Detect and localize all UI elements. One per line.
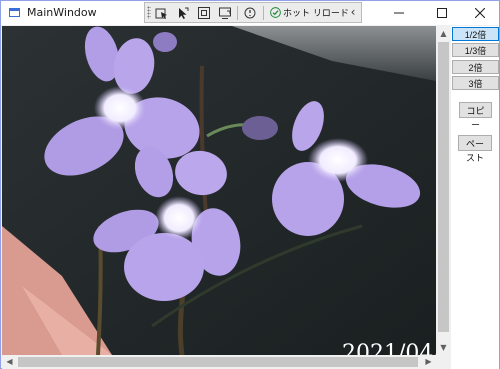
scroll-left-icon[interactable]: ◀ bbox=[2, 355, 17, 369]
track-focus-icon[interactable] bbox=[175, 5, 191, 20]
zoom-third-button[interactable]: 1/3倍 bbox=[452, 43, 499, 57]
hot-reload-label: ホット リロード bbox=[283, 9, 349, 19]
collapse-toolbar-chevron-icon[interactable]: ‹ bbox=[348, 5, 358, 20]
main-window: MainWindow ホット リロード ‹ 2021/04 ▲ ▼ ◀ ▶ 1/… bbox=[0, 0, 500, 369]
image-viewport[interactable]: 2021/04/11 bbox=[2, 26, 436, 355]
copy-button[interactable]: コピー bbox=[459, 102, 492, 130]
vertical-scrollbar[interactable]: ▲ ▼ bbox=[436, 26, 451, 355]
side-panel: 1/2倍 1/3倍 2倍 3倍 コピー ペースト bbox=[451, 26, 499, 369]
xaml-debug-toolbar: ホット リロード ‹ bbox=[144, 2, 362, 23]
display-layout-icon[interactable] bbox=[217, 5, 233, 20]
toolbar-separator bbox=[237, 6, 238, 20]
photo-timestamp: 2021/04/11 bbox=[342, 341, 436, 355]
scroll-down-icon[interactable]: ▼ bbox=[436, 340, 451, 355]
minimize-button[interactable] bbox=[381, 1, 417, 25]
binding-failures-icon[interactable] bbox=[242, 5, 258, 20]
close-button[interactable] bbox=[462, 1, 498, 25]
title-bar: MainWindow ホット リロード ‹ bbox=[1, 1, 499, 25]
window-title: MainWindow bbox=[27, 6, 97, 19]
zoom-half-button[interactable]: 1/2倍 bbox=[452, 27, 499, 41]
scroll-right-icon[interactable]: ▶ bbox=[421, 355, 436, 369]
horizontal-scrollbar[interactable]: ◀ ▶ bbox=[2, 355, 436, 369]
horizontal-scroll-thumb[interactable] bbox=[18, 357, 418, 367]
toolbar-separator bbox=[263, 6, 264, 20]
layout-adorner-icon[interactable] bbox=[196, 5, 212, 20]
check-icon bbox=[270, 7, 281, 18]
vertical-scroll-thumb[interactable] bbox=[438, 42, 449, 332]
scroll-up-icon[interactable]: ▲ bbox=[436, 26, 451, 41]
select-element-icon[interactable] bbox=[154, 5, 170, 20]
app-icon bbox=[9, 8, 20, 17]
zoom-2x-button[interactable]: 2倍 bbox=[452, 60, 499, 74]
zoom-3x-button[interactable]: 3倍 bbox=[452, 76, 499, 90]
scrollbar-corner bbox=[436, 355, 451, 369]
maximize-button[interactable] bbox=[424, 1, 460, 25]
toolbar-grip[interactable] bbox=[147, 6, 151, 19]
flower-photo: 2021/04/11 bbox=[2, 26, 436, 355]
paste-button[interactable]: ペースト bbox=[458, 135, 492, 163]
hot-reload-button[interactable]: ホット リロード bbox=[270, 5, 349, 20]
